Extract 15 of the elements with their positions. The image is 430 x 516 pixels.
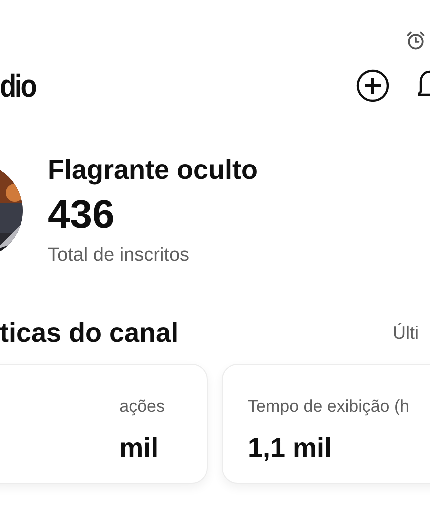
metric-value: mil	[120, 432, 160, 464]
metric-card[interactable]: Tempo de exibição (h 1,1 mil	[222, 364, 430, 484]
metric-card[interactable]: ações mil	[0, 364, 208, 484]
metric-label: ações	[120, 396, 165, 418]
section-title: ticas do canal	[0, 316, 179, 350]
subscriber-label: Total de inscritos	[48, 244, 191, 268]
metric-label: Tempo de exibição (h	[248, 396, 411, 418]
alarm-icon	[405, 30, 427, 52]
plus-circle-icon	[356, 69, 390, 103]
app-title: dio	[0, 70, 36, 102]
channel-name: Flagrante oculto	[48, 154, 258, 186]
subscriber-count: 436	[48, 192, 116, 238]
metric-value: 1,1 mil	[248, 432, 334, 464]
create-button[interactable]	[356, 68, 392, 104]
period-selector[interactable]: Últi	[393, 320, 430, 346]
